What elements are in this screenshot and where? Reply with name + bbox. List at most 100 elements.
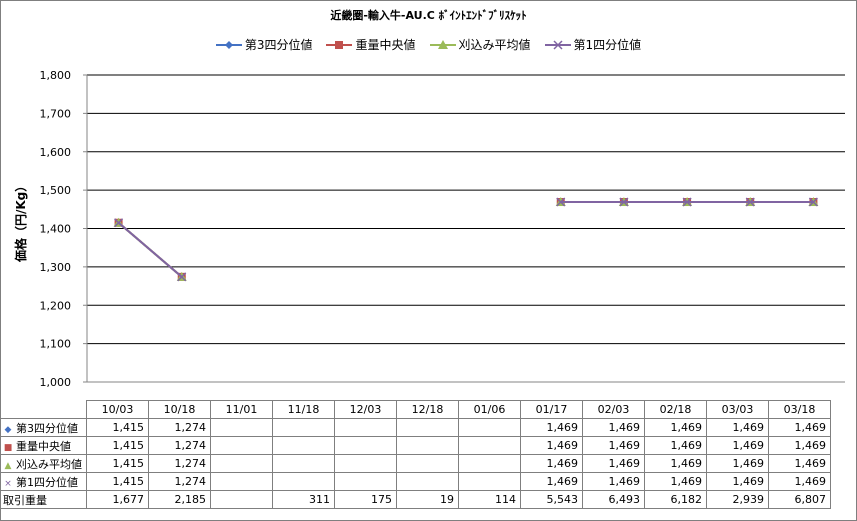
y-tick-label: 1,000 [40,376,72,389]
table-cell [458,472,521,491]
table-cell: 1,469 [768,418,831,437]
table-corner [0,400,87,419]
table-cell: 1,469 [644,454,707,473]
table-cell [334,472,397,491]
table-cell: 1,469 [644,418,707,437]
table-cell [210,436,273,455]
table-cell: 1,469 [582,418,645,437]
table-row-header: ■ 重量中央値 [0,436,87,455]
legend-square-icon: ■ [3,442,13,453]
table-cell: 1,469 [644,436,707,455]
x-tick-label: 10/03 [86,400,149,419]
x-tick-label: 01/17 [520,400,583,419]
table-cell: 175 [334,490,397,509]
table-cell: 1,469 [582,472,645,491]
table-cell: 1,469 [582,436,645,455]
table-row: ◆ 第3四分位値 1,415 1,274 1,469 1,469 1,469 1,469 1,4… [0,418,831,437]
table-row: × 第1四分位値 1,415 1,274 1,469 1,469 1,469 1,469 1,4… [0,472,831,491]
table-cell [396,418,459,437]
y-tick-label: 1,300 [40,261,72,274]
y-tick-label: 1,400 [40,223,72,236]
table-cell [396,454,459,473]
table-cell [334,418,397,437]
table-cell: 1,469 [706,418,769,437]
x-tick-label: 01/06 [458,400,521,419]
table-cell: 2,185 [148,490,211,509]
y-tick-label: 1,700 [40,107,72,120]
table-row-header: ▲ 刈込み平均値 [0,454,87,473]
table-cell: 1,469 [520,436,583,455]
table-cell: 114 [458,490,521,509]
table-cell [396,472,459,491]
table-cell: 1,415 [86,472,149,491]
table-cell [210,490,273,509]
table-cell: 1,469 [706,454,769,473]
table-cell: 1,274 [148,454,211,473]
x-tick-label: 02/18 [644,400,707,419]
y-tick-label: 1,600 [40,146,72,159]
x-tick-label: 12/18 [396,400,459,419]
table-cell: 1,415 [86,436,149,455]
x-tick-label: 12/03 [334,400,397,419]
table-cell: 1,415 [86,418,149,437]
table-cell [272,472,335,491]
table-row: ▲ 刈込み平均値 1,415 1,274 1,469 1,469 1,469 1,469 1,4… [0,454,831,473]
y-tick-label: 1,100 [40,338,72,351]
table-cell: 311 [272,490,335,509]
table-cell: 1,469 [706,472,769,491]
table-cell [272,436,335,455]
table-cell: 6,807 [768,490,831,509]
table-cell [458,454,521,473]
table-cell: 19 [396,490,459,509]
table-cell: 1,469 [520,454,583,473]
table-row: ■ 重量中央値 1,415 1,274 1,469 1,469 1,469 1,469 1,46… [0,436,831,455]
table-cell [334,454,397,473]
x-tick-label: 10/18 [148,400,211,419]
table-cell: 2,939 [706,490,769,509]
y-tick-label: 1,800 [40,69,72,82]
y-tick-label: 1,200 [40,299,72,312]
table-cell: 1,469 [520,472,583,491]
table-cell: 1,677 [86,490,149,509]
table-row-header: ◆ 第3四分位値 [0,418,87,437]
table-cell: 1,469 [520,418,583,437]
table-cell [272,454,335,473]
data-table: 10/03 10/18 11/01 11/18 12/03 12/18 01/06 01/17… [0,400,831,509]
table-row-header: 取引重量 [0,490,87,509]
x-tick-label: 11/18 [272,400,335,419]
table-cell [210,472,273,491]
table-cell: 1,274 [148,472,211,491]
x-tick-label: 11/01 [210,400,273,419]
table-cell: 1,469 [644,472,707,491]
table-cell: 5,543 [520,490,583,509]
legend-diamond-icon: ◆ [4,424,12,435]
table-cell: 6,493 [582,490,645,509]
table-cell: 1,415 [86,454,149,473]
table-cell: 1,274 [148,418,211,437]
table-cell [458,436,521,455]
table-row-header: × 第1四分位値 [0,472,87,491]
table-cell [272,418,335,437]
y-tick-label: 1,500 [40,184,72,197]
table-cell [210,454,273,473]
plot-area: 1,000 1,100 1,200 1,300 1,400 1,500 1,600 1,700… [40,69,845,389]
table-cell [396,436,459,455]
table-header-row: 10/03 10/18 11/01 11/18 12/03 12/18 01/06 01/17… [0,400,831,419]
table-cell: 1,469 [768,436,831,455]
table-cell: 1,469 [706,436,769,455]
table-cell: 1,469 [768,472,831,491]
table-cell [210,418,273,437]
table-cell [334,436,397,455]
table-cell: 1,469 [768,454,831,473]
x-tick-label: 03/18 [768,400,831,419]
table-cell [458,418,521,437]
x-tick-label: 03/03 [706,400,769,419]
table-cell: 1,274 [148,436,211,455]
x-tick-label: 02/03 [582,400,645,419]
table-cell: 1,469 [582,454,645,473]
legend-triangle-icon: ▲ [4,460,12,471]
table-row-volume: 取引重量 1,677 2,185 311 175 19 114 5,543 6,493 6,182… [0,490,831,509]
legend-x-icon: × [4,478,12,489]
series-line-4 [117,221,183,278]
table-cell: 6,182 [644,490,707,509]
